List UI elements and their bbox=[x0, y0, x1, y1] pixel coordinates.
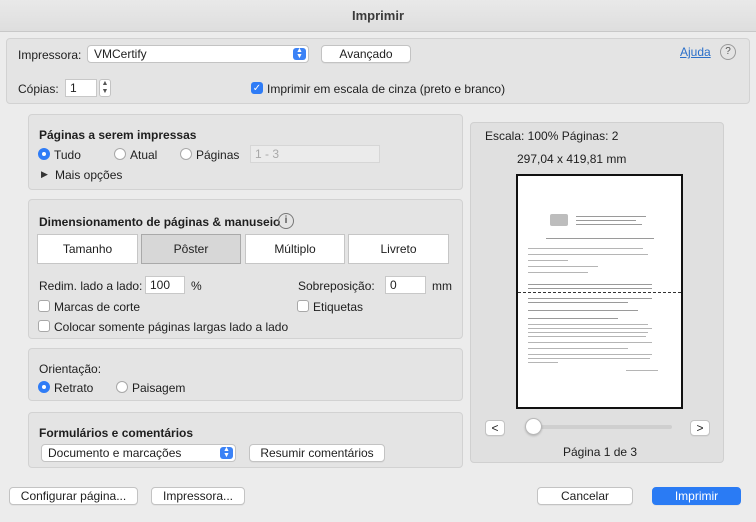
forms-select[interactable]: Documento e marcações ▲ ▼ bbox=[41, 444, 236, 462]
large-pages-checkbox[interactable] bbox=[38, 320, 50, 332]
radio-pages[interactable] bbox=[180, 148, 192, 160]
tile-scale-label: Redim. lado a lado: bbox=[39, 279, 143, 293]
preview-next-button[interactable]: > bbox=[690, 420, 710, 436]
print-button[interactable]: Imprimir bbox=[652, 487, 741, 505]
disclosure-triangle-icon[interactable]: ▶ bbox=[41, 169, 48, 180]
large-pages-label: Colocar somente páginas largas lado a la… bbox=[54, 320, 289, 334]
grayscale-checkbox[interactable]: ✓ bbox=[251, 82, 263, 94]
preview-slider-track[interactable] bbox=[527, 425, 672, 429]
tile-divider-line bbox=[518, 292, 681, 293]
copies-label: Cópias: bbox=[18, 82, 59, 96]
printer-select[interactable]: VMCertify ▲ ▼ bbox=[87, 45, 309, 63]
preview-prev-button[interactable]: < bbox=[485, 420, 505, 436]
select-stepper-icon: ▲ ▼ bbox=[293, 47, 306, 60]
cut-marks-label: Marcas de corte bbox=[54, 300, 141, 314]
tile-scale-input[interactable]: 100 bbox=[145, 276, 185, 294]
overlap-input[interactable]: 0 bbox=[385, 276, 426, 294]
tab-size[interactable]: Tamanho bbox=[37, 234, 138, 264]
overlap-label: Sobreposição: bbox=[298, 279, 375, 293]
labels-checkbox[interactable] bbox=[297, 300, 309, 312]
tab-multiple[interactable]: Múltiplo bbox=[245, 234, 345, 264]
page-setup-button[interactable]: Configurar página... bbox=[9, 487, 138, 505]
printer-label: Impressora: bbox=[18, 48, 82, 62]
info-icon[interactable]: i bbox=[278, 213, 294, 229]
tab-poster[interactable]: Pôster bbox=[141, 234, 241, 264]
preview-slider-thumb[interactable] bbox=[525, 418, 542, 435]
radio-current[interactable] bbox=[114, 148, 126, 160]
pages-section-title: Páginas a serem impressas bbox=[39, 128, 197, 142]
pages-range-input[interactable]: 1 - 3 bbox=[250, 145, 380, 163]
radio-portrait[interactable] bbox=[38, 381, 50, 393]
radio-portrait-label: Retrato bbox=[54, 381, 94, 395]
radio-current-label: Atual bbox=[130, 148, 158, 162]
copies-input[interactable]: 1 bbox=[65, 79, 97, 97]
forms-select-value: Documento e marcações bbox=[48, 446, 182, 460]
help-glyph: ? bbox=[725, 46, 731, 57]
orientation-title: Orientação: bbox=[39, 362, 102, 376]
radio-landscape-label: Paisagem bbox=[132, 381, 186, 395]
document-logo bbox=[550, 214, 568, 226]
printer-select-value: VMCertify bbox=[94, 47, 147, 61]
labels-label: Etiquetas bbox=[313, 300, 364, 314]
page-thumbnail bbox=[516, 174, 683, 409]
tile-scale-unit: % bbox=[191, 279, 202, 293]
copies-stepper[interactable]: ▲ ▼ bbox=[99, 79, 111, 97]
preview-page-indicator: Página 1 de 3 bbox=[563, 445, 638, 459]
more-options-label[interactable]: Mais opções bbox=[55, 168, 122, 182]
printer-button[interactable]: Impressora... bbox=[151, 487, 245, 505]
radio-all-label: Tudo bbox=[54, 148, 81, 162]
help-link[interactable]: Ajuda bbox=[680, 45, 711, 59]
radio-landscape[interactable] bbox=[116, 381, 128, 393]
window-titlebar: Imprimir bbox=[0, 0, 756, 32]
radio-all[interactable] bbox=[38, 148, 50, 160]
advanced-button[interactable]: Avançado bbox=[321, 45, 411, 63]
select-stepper-icon: ▲ ▼ bbox=[220, 446, 233, 459]
window-title: Imprimir bbox=[351, 8, 404, 23]
tab-booklet[interactable]: Livreto bbox=[348, 234, 449, 264]
forms-section-title: Formulários e comentários bbox=[39, 426, 194, 440]
cancel-button[interactable]: Cancelar bbox=[537, 487, 633, 505]
preview-dimensions: 297,04 x 419,81 mm bbox=[517, 152, 627, 166]
radio-pages-label: Páginas bbox=[196, 148, 240, 162]
sizing-section-title: Dimensionamento de páginas & manuseio bbox=[39, 215, 281, 229]
help-icon[interactable]: ? bbox=[720, 44, 736, 60]
summarize-comments-button[interactable]: Resumir comentários bbox=[249, 444, 385, 462]
grayscale-label: Imprimir em escala de cinza (preto e bra… bbox=[267, 82, 506, 96]
overlap-unit: mm bbox=[432, 279, 452, 293]
cut-marks-checkbox[interactable] bbox=[38, 300, 50, 312]
preview-scale-text: Escala: 100% Páginas: 2 bbox=[485, 129, 619, 143]
